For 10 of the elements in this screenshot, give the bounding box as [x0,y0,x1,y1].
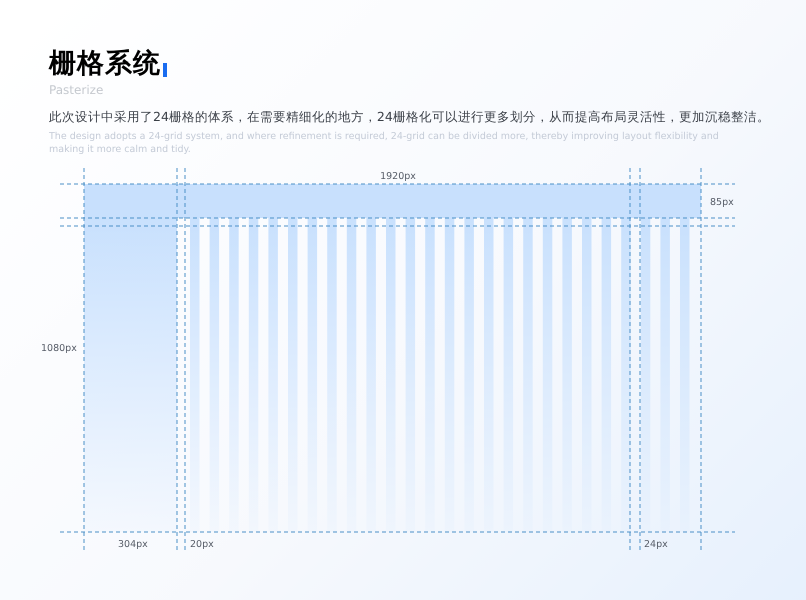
width-label: 1920px [380,171,416,182]
description-chinese: 此次设计中采用了24栅格的体系，在需要精细化的地方，24栅格化可以进行更多划分，从而提高布局灵活性，更加沉稳整洁。 [49,108,770,126]
page-title: 栅格系统 [49,48,161,80]
page-subtitle: Pasterize [49,82,104,98]
height-label: 1080px [41,343,77,354]
accent-bar-icon [163,63,167,77]
gutter-width-label: 20px [190,539,214,550]
sidebar-width-label: 304px [118,539,148,550]
column-width-label: 24px [644,539,668,550]
header-height-label: 85px [710,197,734,208]
